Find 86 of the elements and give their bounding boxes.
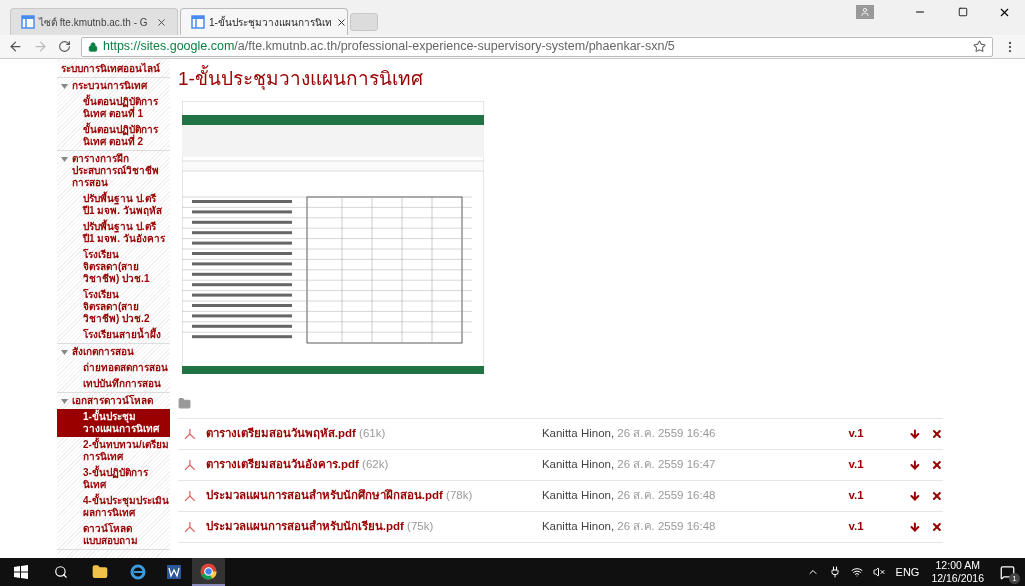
plug-icon[interactable]: [828, 566, 841, 578]
author-name: Kanitta Hinon,: [541, 489, 615, 502]
version-link[interactable]: v.1: [848, 456, 910, 474]
notification-count: 1: [1009, 572, 1020, 584]
bookmark-star-icon[interactable]: [973, 40, 986, 53]
download-icon[interactable]: [909, 428, 922, 440]
notification-icon[interactable]: [1000, 564, 1015, 580]
back-icon[interactable]: [8, 39, 23, 54]
muted-speaker-icon[interactable]: [872, 566, 885, 578]
sidebar-item[interactable]: 3-ขั้นปฏิบัติการนิเทศ: [57, 465, 170, 493]
maximize-icon[interactable]: [958, 7, 968, 17]
sidebar-section[interactable]: เอกสารดาวน์โหลด: [72, 395, 153, 407]
expanded-triangle-icon[interactable]: [61, 398, 68, 405]
file-date: 26 ส.ค. 2559 16:48: [617, 520, 716, 533]
url-text: https://sites.google.com/a/fte.kmutnb.ac.th/professional-experience-supervisory-system/phaenkar-sxn/5: [103, 38, 675, 56]
wifi-icon[interactable]: [850, 566, 863, 578]
browser-e-icon[interactable]: [130, 564, 146, 580]
close-icon[interactable]: [156, 16, 167, 28]
version-link[interactable]: v.1: [848, 487, 910, 505]
delete-icon[interactable]: [931, 490, 943, 502]
circle-logo-icon[interactable]: [200, 562, 217, 580]
person-icon: [860, 7, 870, 17]
sidebar-section[interactable]: ตารางการฝึกประสบการณ์วิชาชีพการสอน: [72, 153, 170, 189]
file-size: (75k): [407, 520, 434, 533]
clock-date: 12/16/2016: [931, 572, 984, 585]
delete-icon[interactable]: [931, 459, 943, 471]
clock-time: 12:00 AM: [935, 559, 980, 572]
author-name: Kanitta Hinon,: [541, 427, 615, 440]
page-icon: [191, 15, 205, 29]
file-link[interactable]: ตารางเตรียมสอนวันพฤหัส.pdf: [205, 427, 356, 440]
windows-logo-icon[interactable]: [14, 565, 28, 579]
sidebar-section[interactable]: กระบวนการนิเทศ: [72, 80, 147, 92]
pdf-icon: [184, 490, 196, 502]
file-link[interactable]: ตารางเตรียมสอนวันอังคาร.pdf: [205, 458, 359, 471]
sidebar-section[interactable]: สังเกตการสอน: [72, 346, 134, 358]
pdf-icon: [184, 428, 196, 440]
folder-icon: [178, 397, 191, 410]
file-date: 26 ส.ค. 2559 16:47: [617, 458, 716, 471]
search-icon[interactable]: [54, 565, 68, 579]
expanded-triangle-icon[interactable]: [61, 83, 68, 90]
file-size: (78k): [446, 489, 473, 502]
address-field[interactable]: https://sites.google.com/a/fte.kmutnb.ac.th/professional-experience-supervisory-system/phaenkar-sxn/5: [81, 36, 993, 57]
sidebar-item[interactable]: โรงเรียนจิตรลดา(สายวิชาชีพ) ปวช.2: [57, 287, 170, 327]
reload-icon[interactable]: [58, 40, 71, 53]
sidebar-item[interactable]: ดาวน์โหลดแบบสอบถาม: [57, 521, 170, 549]
sidebar-item[interactable]: ปรับพื้นฐาน ป.ตรี ปี1 มจพ. วันอังคาร: [57, 219, 170, 247]
browser-tab[interactable]: 1-ขั้นประชุมวางแผนการนิเท: [180, 8, 348, 35]
file-size: (61k): [359, 427, 386, 440]
clock[interactable]: 12:00 AM 12/16/2016: [931, 559, 984, 585]
page-title: 1-ขั้นประชุมวางแผนการนิเทศ: [178, 67, 1025, 91]
close-icon[interactable]: [335, 16, 347, 28]
pdf-icon: [184, 459, 196, 471]
author-name: Kanitta Hinon,: [541, 458, 615, 471]
sidebar-item[interactable]: ขั้นตอนปฏิบัติการนิเทศ ตอนที่ 2: [57, 122, 170, 150]
file-link[interactable]: ประมวลแผนการสอนสำหรับนักเรียน.pdf: [205, 520, 404, 533]
sidebar-section[interactable]: ระบบการนิเทศออนไลน์: [61, 63, 160, 75]
delete-icon[interactable]: [931, 521, 943, 533]
sidebar-item[interactable]: 2-ขั้นทบทวน/เตรียมการนิเทศ: [57, 437, 170, 465]
sidebar-item[interactable]: โรงเรียนจิตรลดา(สายวิชาชีพ) ปวช.1: [57, 247, 170, 287]
sidebar-item[interactable]: 4-ขั้นประชุมประเมินผลการนิเทศ: [57, 493, 170, 521]
sidebar-item[interactable]: เทปบันทึกการสอน: [57, 376, 170, 392]
browser-tab[interactable]: ไซต์ fte.kmutnb.ac.th - G: [10, 8, 178, 35]
pdf-icon: [184, 521, 196, 533]
file-date: 26 ส.ค. 2559 16:46: [617, 427, 716, 440]
author-name: Kanitta Hinon,: [541, 520, 615, 533]
expanded-triangle-icon[interactable]: [61, 349, 68, 356]
download-icon[interactable]: [909, 490, 922, 502]
download-icon[interactable]: [909, 521, 922, 533]
version-link[interactable]: v.1: [848, 518, 910, 536]
sidebar-item[interactable]: ถ่ายทอดสดการสอน: [57, 360, 170, 376]
language-indicator[interactable]: ENG: [895, 563, 920, 581]
download-icon[interactable]: [909, 459, 922, 471]
lock-icon: [88, 41, 98, 52]
sidebar-item[interactable]: ปรับพื้นฐาน ป.ตรี ปี1 มจพ. วันพฤหัส: [57, 191, 170, 219]
version-link[interactable]: v.1: [848, 425, 910, 443]
sidebar-item[interactable]: โรงเรียนสายน้ำผึ้ง: [57, 327, 170, 343]
document-app-icon[interactable]: [166, 564, 182, 580]
sidebar-item[interactable]: ขั้นตอนปฏิบัติการนิเทศ ตอนที่ 1: [57, 94, 170, 122]
page-icon: [21, 15, 35, 29]
delete-icon[interactable]: [931, 428, 943, 440]
file-date: 26 ส.ค. 2559 16:48: [617, 489, 716, 502]
file-link[interactable]: ประมวลแผนการสอนสำหรับนักศึกษาฝึกสอน.pdf: [205, 489, 443, 502]
folder-icon[interactable]: [92, 564, 108, 580]
file-size: (62k): [362, 458, 389, 471]
sidebar-item[interactable]: 1-ขั้นประชุมวางแผนการนิเทศ: [57, 409, 170, 437]
expanded-triangle-icon[interactable]: [61, 156, 68, 163]
